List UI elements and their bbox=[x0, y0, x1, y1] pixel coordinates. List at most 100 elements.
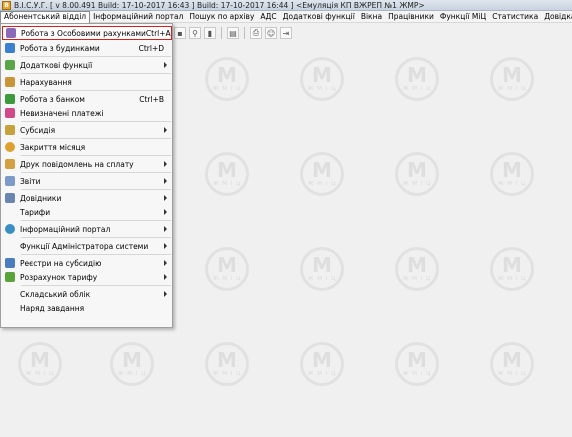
menu-mits-functions[interactable]: Функції МіЦ bbox=[437, 11, 489, 23]
submenu-arrow-icon bbox=[164, 127, 167, 133]
menu-item-personal-accounts[interactable]: Робота з Особовими рахунками Ctrl+A bbox=[2, 26, 172, 40]
menu-item-accruals[interactable]: Нарахування bbox=[2, 75, 172, 89]
toolbar-separator bbox=[221, 27, 222, 39]
report-icon bbox=[5, 176, 15, 186]
menu-statistics[interactable]: Статистика bbox=[489, 11, 541, 23]
watermark-text: Ж М І Ц bbox=[212, 86, 242, 92]
watermark-text: Ж М І Ц bbox=[402, 86, 432, 92]
tariff-calc-icon bbox=[5, 272, 15, 282]
watermark-text: Ж М І Ц bbox=[212, 276, 242, 282]
watermark-text: Ж М І Ц bbox=[25, 371, 55, 377]
menu-separator bbox=[21, 220, 171, 221]
menu-separator bbox=[21, 121, 171, 122]
watermark-text: Ж М І Ц bbox=[307, 181, 337, 187]
smiley-icon[interactable]: ☺ bbox=[265, 27, 277, 39]
menu-item-bank[interactable]: Робота з банком Ctrl+B bbox=[2, 92, 172, 106]
watermark-mark: M bbox=[407, 348, 427, 372]
watermark-logo: MЖ М І Ц bbox=[395, 152, 439, 196]
menu-separator bbox=[21, 138, 171, 139]
menu-item-admin-functions[interactable]: Функції Адміністратора системи bbox=[2, 239, 172, 253]
toolbar: ▪ ⚲ ▮ ▤ ⎙ ☺ ⇥ bbox=[172, 24, 572, 42]
menu-separator bbox=[21, 90, 171, 91]
menu-item-subsidy-registries[interactable]: Реєстри на субсидію bbox=[2, 256, 172, 270]
watermark-text: Ж М І Ц bbox=[497, 276, 527, 282]
calculator-icon bbox=[5, 77, 15, 87]
watermark-mark: M bbox=[312, 253, 332, 277]
print-icon[interactable]: ⎙ bbox=[250, 27, 262, 39]
menu-item-info-portal[interactable]: Інформаційний портал bbox=[2, 222, 172, 236]
watermark-logo: MЖ М І Ц bbox=[300, 57, 344, 101]
menu-separator bbox=[21, 172, 171, 173]
watermark-mark: M bbox=[502, 253, 522, 277]
watermark-logo: MЖ М І Ц bbox=[205, 247, 249, 291]
watermark-logo: MЖ М І Ц bbox=[300, 247, 344, 291]
trash-icon[interactable]: ▮ bbox=[204, 27, 216, 39]
menu-item-extra-functions[interactable]: Додаткові функції bbox=[2, 58, 172, 72]
menu-item-undefined-payments[interactable]: Невизначені платежі bbox=[2, 106, 172, 120]
document-icon[interactable]: ▤ bbox=[227, 27, 239, 39]
print-icon bbox=[5, 159, 15, 169]
menu-ads[interactable]: АДС bbox=[257, 11, 279, 23]
puzzle-icon bbox=[5, 60, 15, 70]
submenu-arrow-icon bbox=[164, 274, 167, 280]
submenu-arrow-icon bbox=[164, 195, 167, 201]
watermark-text: Ж М І Ц bbox=[402, 276, 432, 282]
menu-separator bbox=[21, 155, 171, 156]
exit-icon[interactable]: ⇥ bbox=[280, 27, 292, 39]
watermark-logo: MЖ М І Ц bbox=[395, 57, 439, 101]
submenu-arrow-icon bbox=[164, 62, 167, 68]
watermark-mark: M bbox=[502, 158, 522, 182]
menu-item-subsidy[interactable]: Субсидія bbox=[2, 123, 172, 137]
menu-item-tariff-calc[interactable]: Розрахунок тарифу bbox=[2, 270, 172, 284]
menu-separator bbox=[21, 189, 171, 190]
menu-item-print-notices[interactable]: Друк повідомлень на сплату bbox=[2, 157, 172, 171]
watermark-logo: MЖ М І Ц bbox=[395, 342, 439, 386]
menu-item-work-orders[interactable]: Наряд завдання bbox=[2, 301, 172, 315]
submenu-arrow-icon bbox=[164, 209, 167, 215]
watermark-logo: MЖ М І Ц bbox=[490, 57, 534, 101]
watermark-text: Ж М І Ц bbox=[307, 371, 337, 377]
menu-info-portal[interactable]: Інформаційний портал bbox=[90, 11, 186, 23]
submenu-arrow-icon bbox=[164, 178, 167, 184]
menu-separator bbox=[21, 73, 171, 74]
search-icon[interactable]: ⚲ bbox=[189, 27, 201, 39]
submenu-arrow-icon bbox=[164, 291, 167, 297]
lock-month-icon bbox=[5, 142, 15, 152]
menu-bar: Абонентський відділ Інформаційний портал… bbox=[0, 10, 572, 23]
watermark-mark: M bbox=[217, 63, 237, 87]
menu-separator bbox=[21, 237, 171, 238]
watermark-logo: MЖ М І Ц bbox=[300, 342, 344, 386]
menu-windows[interactable]: Вікна bbox=[358, 11, 385, 23]
watermark-text: Ж М І Ц bbox=[497, 371, 527, 377]
watermark-mark: M bbox=[312, 63, 332, 87]
menu-separator bbox=[21, 285, 171, 286]
watermark-mark: M bbox=[407, 253, 427, 277]
menu-help[interactable]: Довідка bbox=[541, 11, 572, 23]
watermark-logo: MЖ М І Ц bbox=[300, 152, 344, 196]
subsidy-icon bbox=[5, 125, 15, 135]
watermark-mark: M bbox=[217, 158, 237, 182]
watermark-logo: MЖ М І Ц bbox=[490, 342, 534, 386]
menu-abonent-department[interactable]: Абонентський відділ bbox=[0, 10, 91, 23]
menu-item-month-close[interactable]: Закриття місяця bbox=[2, 140, 172, 154]
menu-archive-search[interactable]: Пошук по архіву bbox=[186, 11, 257, 23]
menu-item-directories[interactable]: Довідники bbox=[2, 191, 172, 205]
app-logo-icon: B bbox=[2, 0, 11, 10]
toolbar-misc-icon[interactable]: ▪ bbox=[174, 27, 186, 39]
menu-employees[interactable]: Працівники bbox=[385, 11, 437, 23]
submenu-arrow-icon bbox=[164, 260, 167, 266]
menu-item-tariffs[interactable]: Тарифи bbox=[2, 205, 172, 219]
window-title: В.І.С.У.Г. [ v 8.00.491 Build: 17-10-201… bbox=[14, 0, 425, 10]
house-icon bbox=[5, 43, 15, 53]
watermark-mark: M bbox=[30, 348, 50, 372]
money-icon bbox=[5, 94, 15, 104]
watermark-text: Ж М І Ц bbox=[212, 181, 242, 187]
watermark-mark: M bbox=[502, 348, 522, 372]
watermark-mark: M bbox=[312, 348, 332, 372]
menu-extra-functions[interactable]: Додаткові функції bbox=[280, 11, 358, 23]
submenu-arrow-icon bbox=[164, 243, 167, 249]
submenu-arrow-icon bbox=[164, 161, 167, 167]
menu-item-warehouse[interactable]: Складський облік bbox=[2, 287, 172, 301]
menu-item-houses[interactable]: Робота з будинками Ctrl+D bbox=[2, 41, 172, 55]
menu-item-reports[interactable]: Звіти bbox=[2, 174, 172, 188]
